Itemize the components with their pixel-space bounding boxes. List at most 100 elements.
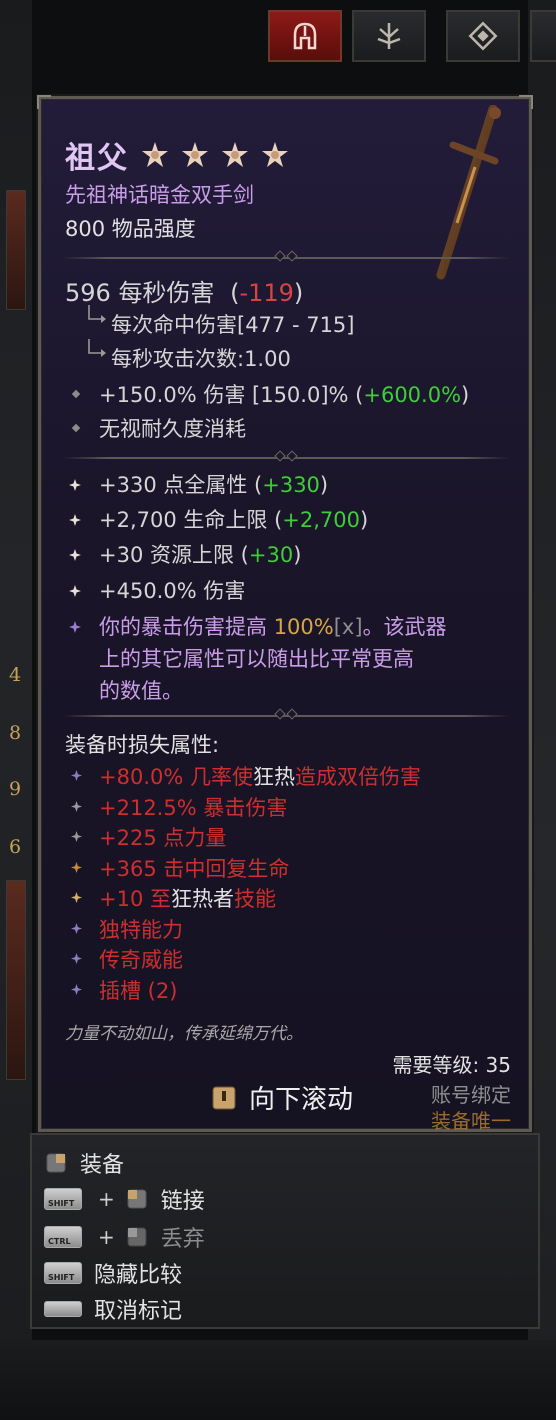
bullet-icon [71,423,81,433]
affix-text: +150.0% 伤害 [150.0]% ( [99,383,364,407]
frame-corner [37,95,51,109]
lost-stat-text: 独特能力 [99,917,183,942]
flavor-text: 力量不动如山，传承延绵万代。 [65,1024,303,1044]
affix-star-icon [69,585,81,597]
affix-text: ) [359,508,369,532]
affix-bonus: +30 [248,543,294,567]
lost-stat-line: +10 至狂热者技能 [99,883,276,913]
action-equip[interactable]: 装备 [44,1147,124,1179]
dps-diff: -119 [239,279,294,307]
lost-stat-bullet-icon [71,831,82,842]
star-icon [262,142,288,167]
plus-sign: + [98,1187,115,1211]
unique-power-line: 上的其它属性可以随出比平常更高 [99,647,414,671]
plus-sign: + [98,1225,115,1249]
required-level: 需要等级: 35 [392,1053,511,1077]
affix-star-icon [69,514,81,526]
lost-stat-line: +225 点力量 [99,822,226,852]
affix-text: ) [293,543,302,567]
action-drop-label: 丢弃 [160,1227,205,1252]
lost-stat-bullet-icon [71,983,82,995]
unique-equipped: 装备唯一 [431,1109,511,1133]
action-unmark-label: 取消标记 [94,1299,183,1324]
lost-stat-line: +212.5% 暴击伤害 [99,792,287,822]
space-key-icon [44,1301,82,1317]
left-inventory-slot [6,190,26,310]
lost-stat-bullet-icon [71,892,82,903]
affix-line: +330 点全属性 (+330) [99,469,328,499]
unique-power-line: 的数值。 [99,679,183,703]
lost-stat-text: 造成双倍伤害 [294,765,421,789]
lost-stat-bullet-icon [71,953,82,964]
affix-star-icon [69,549,81,561]
action-link[interactable]: SHIFT + 链接 [44,1183,205,1215]
lost-stat-text: +365 击中回复生命 [99,856,290,881]
action-link-label: 链接 [160,1189,205,1214]
lost-stat-bullet-icon [71,770,82,781]
lost-stat-text: 插槽 (2) [99,978,178,1003]
lost-stat-text: +10 至 [99,887,171,911]
mouse-left-click-icon [127,1189,147,1209]
lost-stat-text: +212.5% 暴击伤害 [99,795,288,820]
implicit-affix: 无视耐久度消耗 [99,417,246,441]
lost-stat-line: +80.0% 几率使狂热造成双倍伤害 [99,761,421,791]
affix-text: ) [319,473,329,497]
side-number: 8 [9,722,22,744]
affix-line: +450.0% 伤害 [99,579,246,603]
lost-stat-line: 独特能力 [99,914,183,944]
unique-power-text: 。该武器 [362,615,447,639]
item-title-row: 祖父 [65,133,289,177]
unique-power-line: 你的暴击伤害提高 100%[x]。该武器 [99,611,447,641]
action-unmark[interactable]: 取消标记 [44,1293,182,1325]
mouse-left-click-icon [127,1227,147,1247]
skill-emblem-icon [377,23,401,49]
lost-stat-bullet-icon [71,922,82,934]
lost-stat-line: 插槽 (2) [99,975,177,1005]
affix-star-icon [69,479,81,491]
account-bound: 账号绑定 [431,1083,511,1107]
mouse-wheel-icon [212,1086,236,1109]
section-divider [63,250,509,262]
item-tooltip: 祖父 先祖神话暗金双手剑 800 物品强度 596 每秒伤害 (-119) 每次… [37,95,533,1133]
unique-power-multiplier: [x] [333,615,363,639]
lost-stat-text: 狂热者 [171,887,234,911]
frame-corner [519,95,533,109]
lost-stat-text: +80.0% 几率使 [99,765,253,789]
unique-power-icon [69,621,81,633]
tab-more[interactable] [530,10,556,62]
affix-text: +30 资源上限 ( [99,543,249,567]
dps-value: 596 每秒伤害 [65,279,215,307]
item-type: 先祖神话暗金双手剑 [65,183,254,207]
scroll-down-label: 向下滚动 [249,1085,354,1115]
lost-stat-bullet-icon [71,800,82,812]
tab-character[interactable] [268,10,342,62]
tab-skills[interactable] [352,10,426,62]
section-divider [63,450,509,462]
affix-text: +2,700 生命上限 ( [99,508,283,532]
hit-damage: 每次命中伤害[477 - 715] [111,313,355,337]
action-equip-label: 装备 [80,1153,125,1178]
affix-text: ) [461,383,470,407]
side-number: 4 [9,664,22,686]
action-hide-compare[interactable]: SHIFT 隐藏比较 [44,1257,182,1289]
action-drop[interactable]: CTRL + 丢弃 [44,1221,205,1253]
mouse-right-click-icon [46,1153,66,1173]
lost-stat-text: 狂热 [252,765,295,789]
bullet-icon [71,389,81,399]
tab-paragon[interactable] [446,10,520,62]
diamond-icon [468,21,498,51]
bottom-background [0,1340,556,1420]
affix-bonus: +330 [262,473,320,497]
lost-stat-text: 传奇威能 [99,948,183,972]
branch-arrow-icon [88,339,106,357]
section-divider [63,708,509,720]
lost-stat-text: +225 点力量 [99,826,227,850]
side-number: 6 [9,836,22,858]
dps-line: 596 每秒伤害 (-119) [65,273,303,308]
lost-stat-bullet-icon [71,861,82,873]
action-hide-compare-label: 隐藏比较 [94,1263,183,1288]
affix-bonus: +2,700 [282,508,360,532]
lost-stats-header: 装备时损失属性: [65,733,220,757]
star-icon [222,142,248,167]
scroll-down-button[interactable]: 向下滚动 [211,1079,353,1116]
